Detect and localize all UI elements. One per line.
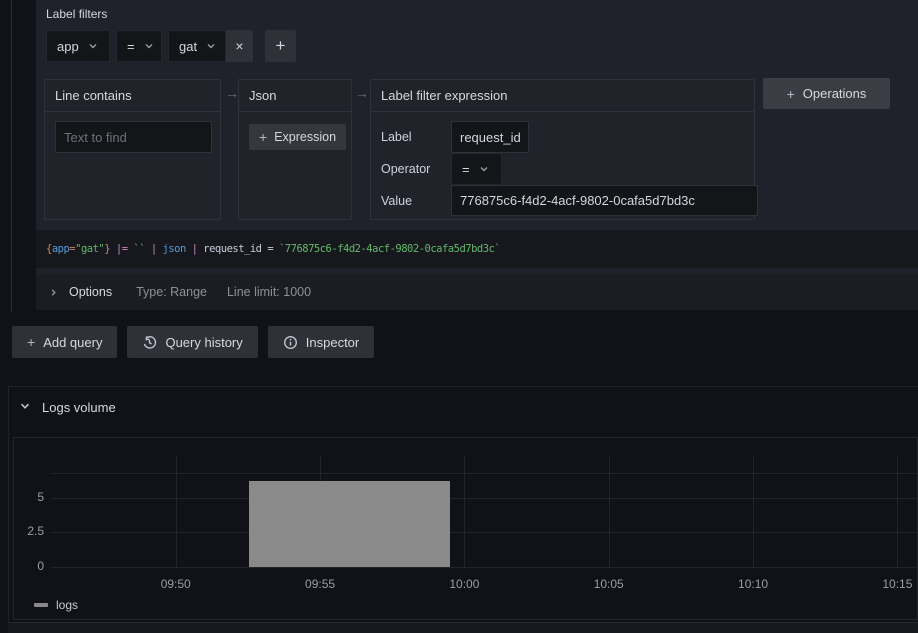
label-field-label: Label [381, 121, 412, 153]
add-query-label: Add query [43, 335, 102, 350]
plus-icon: + [259, 130, 267, 144]
legend-label: logs [56, 598, 78, 612]
label-operator-select[interactable]: = [116, 30, 162, 62]
operation-title: Label filter expression [371, 80, 754, 112]
query-preview-code: {app="gat"} |= `` | json | request_id = … [46, 230, 500, 268]
operations-label: Operations [803, 86, 867, 101]
query-token: request_id = [197, 243, 279, 255]
add-filter-button[interactable]: + [265, 30, 296, 62]
value-field-label: Value [381, 185, 412, 217]
label-operator-value: = [127, 39, 135, 54]
logs-volume-title: Logs volume [42, 400, 116, 415]
inspector-button[interactable]: Inspector [268, 326, 374, 358]
chart-x-tick-label: 09:50 [146, 577, 206, 591]
operation-line-contains: Line contains [44, 79, 221, 220]
options-toggle[interactable]: Options Type: Range Line limit: 1000 [36, 274, 918, 310]
chart-y-tick-label: 5 [14, 490, 44, 504]
chevron-down-icon [19, 400, 31, 415]
label-name-select[interactable]: app [46, 30, 110, 62]
chart-vgridline [464, 456, 465, 567]
query-token: `` [133, 243, 145, 255]
plus-icon: + [787, 87, 795, 101]
chart-hgridline [51, 473, 917, 474]
add-expression-label: Expression [274, 130, 336, 144]
legend-item-logs[interactable]: logs [34, 598, 78, 612]
logs-volume-collapse-toggle[interactable]: Logs volume [19, 400, 116, 415]
arrow-right-icon: → [225, 86, 239, 100]
chart-x-tick-label: 10:15 [867, 577, 918, 591]
query-row-accent [11, 0, 12, 312]
next-panel-edge [8, 622, 918, 633]
logs-volume-chart: logs 0 2.5 5 09:50 09:55 10:00 10:05 10:10 10:15 [13, 437, 918, 620]
label-filters-title: Label filters [46, 7, 107, 21]
toolbar-row: + Add query Query history Inspector [12, 326, 374, 358]
operation-title: Line contains [45, 80, 220, 112]
query-token: |= [116, 243, 128, 255]
operator-field-label: Operator [381, 153, 430, 185]
chart-vgridline [609, 456, 610, 567]
chart-x-tick-label: 10:00 [434, 577, 494, 591]
query-history-button[interactable]: Query history [127, 326, 257, 358]
chevron-down-icon [88, 39, 98, 54]
remove-filter-button[interactable]: × [226, 30, 253, 62]
label-value-value: gat [179, 39, 197, 54]
chevron-down-icon [206, 39, 216, 54]
plus-icon: + [27, 335, 35, 349]
chart-hgridline [51, 567, 917, 568]
operator-field-value: = [462, 162, 470, 177]
chart-vgridline [176, 456, 177, 567]
line-contains-input[interactable] [55, 121, 212, 153]
chart-hgridline [51, 498, 917, 499]
query-token: "gat" [75, 243, 104, 255]
close-icon: × [235, 38, 243, 54]
operation-label-filter-expression: Label filter expression Label Operator =… [370, 79, 755, 220]
query-preview-row: {app="gat"} |= `` | json | request_id = … [36, 230, 918, 268]
history-icon [142, 335, 157, 350]
info-icon [283, 335, 298, 350]
operation-title: Json [239, 80, 351, 112]
chevron-down-icon [479, 162, 489, 177]
label-name-value: app [57, 39, 79, 54]
query-history-label: Query history [165, 335, 242, 350]
chart-vgridline [753, 456, 754, 567]
add-query-button[interactable]: + Add query [12, 326, 117, 358]
operations-button[interactable]: + Operations [763, 78, 890, 109]
logs-series-swatch [34, 603, 48, 607]
operation-json: Json + Expression [238, 79, 352, 220]
inspector-label: Inspector [306, 335, 359, 350]
query-token: json [163, 243, 186, 255]
options-label: Options [69, 285, 112, 299]
operator-field-select[interactable]: = [451, 153, 502, 185]
chart-hgridline [51, 532, 917, 533]
value-field-input[interactable] [451, 185, 758, 216]
options-type: Type: Range [136, 285, 207, 299]
chart-vgridline [897, 456, 898, 567]
query-token: app [52, 243, 69, 255]
arrow-right-icon: → [355, 86, 369, 100]
options-line-limit: Line limit: 1000 [227, 285, 311, 299]
plus-icon: + [276, 36, 286, 56]
chart-x-tick-label: 09:55 [290, 577, 350, 591]
query-token: `776875c6-f4d2-4acf-9802-0cafa5d7bd3c` [279, 243, 500, 255]
chart-x-tick-label: 10:05 [579, 577, 639, 591]
chart-y-tick-label: 2.5 [14, 524, 44, 538]
chevron-down-icon [144, 39, 154, 54]
chart-y-tick-label: 0 [14, 559, 44, 573]
chart-bar [249, 481, 450, 567]
label-filters-row: app = gat × + [46, 30, 296, 62]
chart-plot[interactable] [51, 456, 917, 567]
query-editor-section: Label filters app = gat × + Line contain… [36, 0, 918, 310]
chevron-right-icon [49, 288, 58, 297]
label-field-input[interactable] [451, 121, 529, 153]
chart-x-tick-label: 10:10 [723, 577, 783, 591]
add-expression-button[interactable]: + Expression [249, 124, 346, 150]
label-value-select[interactable]: gat [168, 30, 226, 62]
